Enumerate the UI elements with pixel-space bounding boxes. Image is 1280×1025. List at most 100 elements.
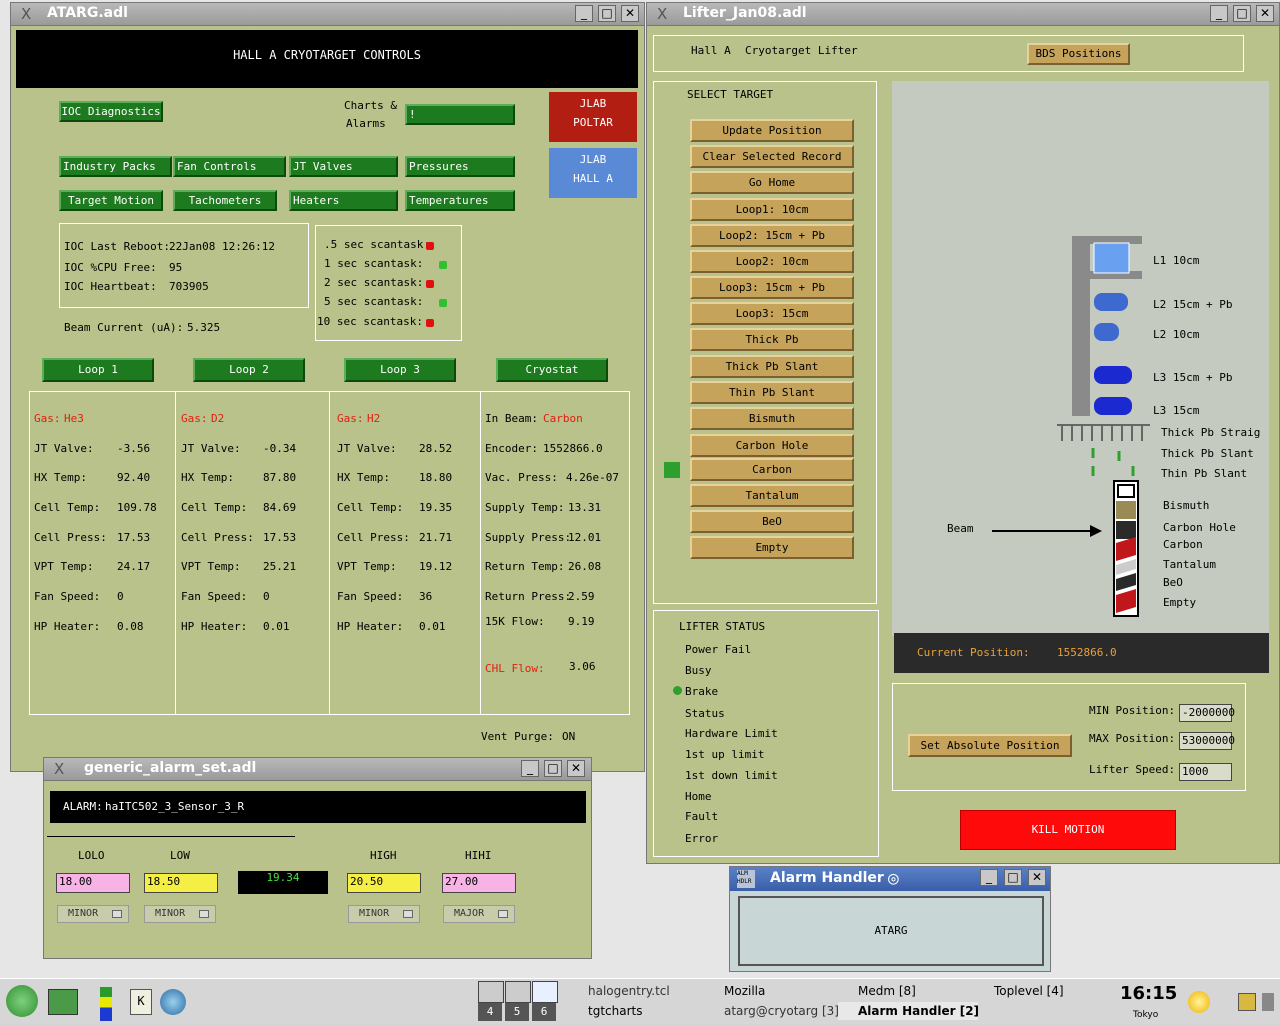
lolo-severity-menu[interactable]: MINOR bbox=[57, 905, 129, 923]
maximize-button[interactable]: □ bbox=[1233, 5, 1251, 22]
task-halogentry[interactable]: halogentry.tcl bbox=[568, 982, 698, 1000]
close-button[interactable]: ✕ bbox=[1028, 869, 1046, 886]
minimize-button[interactable]: _ bbox=[575, 5, 593, 22]
bds-positions-button[interactable]: BDS Positions bbox=[1027, 43, 1130, 65]
lolo-input[interactable]: 18.00 bbox=[56, 873, 130, 893]
task-tgtcharts[interactable]: tgtcharts bbox=[568, 1002, 698, 1020]
lifter-titlebar[interactable]: X Lifter_Jan08.adl _ □ ✕ bbox=[647, 3, 1279, 26]
pager-number[interactable]: 4 bbox=[478, 1003, 502, 1021]
task-medm[interactable]: Medm [8] bbox=[838, 982, 968, 1000]
loop1-value: 0.08 bbox=[117, 620, 144, 633]
cryostat-button[interactable]: Cryostat bbox=[496, 358, 608, 382]
maximize-button[interactable]: □ bbox=[544, 760, 562, 777]
tachometers-button[interactable]: Tachometers bbox=[173, 190, 277, 211]
target-button-loop2-10cm[interactable]: Loop2: 10cm bbox=[690, 250, 854, 273]
lifter-status-item: Power Fail bbox=[685, 643, 752, 656]
target-button-carbon-hole[interactable]: Carbon Hole bbox=[690, 434, 854, 457]
pager-desktop[interactable] bbox=[532, 981, 558, 1003]
minimize-button[interactable]: _ bbox=[980, 869, 998, 886]
task-alarm-handler[interactable]: Alarm Handler [2] bbox=[838, 1002, 979, 1020]
target-button-update-position[interactable]: Update Position bbox=[690, 119, 854, 142]
high-severity-menu[interactable]: MINOR bbox=[348, 905, 420, 923]
minimize-button[interactable]: _ bbox=[1210, 5, 1228, 22]
industry-packs-button[interactable]: Industry Packs bbox=[59, 156, 172, 177]
lifter-speed-input[interactable]: 1000 bbox=[1179, 763, 1232, 781]
selected-target-indicator bbox=[664, 462, 680, 478]
target-button-thin-pb-slant[interactable]: Thin Pb Slant bbox=[690, 381, 854, 404]
pager-number[interactable]: 5 bbox=[505, 1003, 529, 1021]
konqueror-icon[interactable]: K bbox=[130, 989, 152, 1015]
maximize-button[interactable]: □ bbox=[598, 5, 616, 22]
panel-bar-icon[interactable] bbox=[100, 987, 112, 1021]
fan-controls-button[interactable]: Fan Controls bbox=[173, 156, 286, 177]
loop3-value: 0.01 bbox=[419, 620, 446, 633]
target-button-beo[interactable]: BeO bbox=[690, 510, 854, 533]
close-button[interactable]: ✕ bbox=[567, 760, 585, 777]
alarm-handler-titlebar[interactable]: ALM HDLR Alarm Handler ◎ _ □ ✕ bbox=[730, 867, 1050, 891]
target-button-thick-pb-slant[interactable]: Thick Pb Slant bbox=[690, 355, 854, 378]
low-input[interactable]: 18.50 bbox=[144, 873, 218, 893]
high-input[interactable]: 20.50 bbox=[347, 873, 421, 893]
jt-valves-button[interactable]: JT Valves bbox=[289, 156, 398, 177]
loop1-button[interactable]: Loop 1 bbox=[42, 358, 154, 382]
minimize-button[interactable]: _ bbox=[521, 760, 539, 777]
clock-time[interactable]: 16:15 bbox=[1120, 983, 1177, 1004]
target-button-loop3-15cm-pb[interactable]: Loop3: 15cm + Pb bbox=[690, 276, 854, 299]
ioc-diagnostics-button[interactable]: IOC Diagnostics bbox=[59, 101, 163, 122]
task-mozilla[interactable]: Mozilla bbox=[704, 982, 834, 1000]
jlab-poltar-button[interactable]: JLAB POLTAR bbox=[549, 92, 637, 142]
power-icon[interactable] bbox=[1262, 993, 1274, 1011]
divider bbox=[175, 391, 176, 715]
pressures-button[interactable]: Pressures bbox=[405, 156, 515, 177]
alarm-set-titlebar[interactable]: X generic_alarm_set.adl _ □ ✕ bbox=[44, 758, 591, 781]
lifter-status-item: Home bbox=[685, 790, 712, 803]
set-absolute-position-button[interactable]: Set Absolute Position bbox=[908, 734, 1072, 757]
max-position-input[interactable]: 53000000 bbox=[1179, 732, 1235, 750]
diagram-label: Bismuth bbox=[1163, 499, 1210, 512]
close-button[interactable]: ✕ bbox=[621, 5, 639, 22]
globe-icon[interactable] bbox=[160, 989, 186, 1015]
pager-desktop[interactable] bbox=[478, 981, 504, 1003]
loop3-label: VPT Temp: bbox=[337, 560, 397, 573]
maximize-button[interactable]: □ bbox=[1004, 869, 1022, 886]
target-button-loop3-15cm[interactable]: Loop3: 15cm bbox=[690, 302, 854, 325]
loop2-button[interactable]: Loop 2 bbox=[193, 358, 305, 382]
atarg-alarm-group-button[interactable]: ATARG bbox=[738, 896, 1044, 966]
pager-number[interactable]: 6 bbox=[532, 1003, 556, 1021]
target-button-bismuth[interactable]: Bismuth bbox=[690, 407, 854, 430]
hihi-input[interactable]: 27.00 bbox=[442, 873, 516, 893]
hihi-severity-menu[interactable]: MAJOR bbox=[443, 905, 515, 923]
vent-purge-value: ON bbox=[562, 730, 576, 743]
kill-motion-button[interactable]: KILL MOTION bbox=[960, 810, 1176, 850]
task-atarg[interactable]: atarg@cryotarg [3] bbox=[704, 1002, 839, 1020]
target-motion-button[interactable]: Target Motion bbox=[59, 190, 163, 211]
ioc-heartbeat-value: 703905 bbox=[169, 280, 209, 293]
window-title: Lifter_Jan08.adl bbox=[683, 5, 807, 21]
hihi-label: HIHI bbox=[465, 849, 492, 862]
hall-label: Hall A bbox=[691, 44, 731, 57]
charts-alarms-button[interactable]: ! bbox=[405, 104, 515, 125]
pager-desktop[interactable] bbox=[505, 981, 531, 1003]
lock-icon[interactable] bbox=[1238, 993, 1256, 1011]
loop3-button[interactable]: Loop 3 bbox=[344, 358, 456, 382]
min-position-input[interactable]: -2000000 bbox=[1179, 704, 1235, 722]
ioc-reboot-label: IOC Last Reboot: bbox=[64, 240, 170, 253]
suse-menu-icon[interactable] bbox=[6, 985, 38, 1017]
target-button-loop1-10cm[interactable]: Loop1: 10cm bbox=[690, 198, 854, 221]
target-button-go-home[interactable]: Go Home bbox=[690, 171, 854, 194]
target-button-empty[interactable]: Empty bbox=[690, 536, 854, 559]
sun-icon[interactable] bbox=[1188, 991, 1210, 1013]
target-button-thick-pb[interactable]: Thick Pb bbox=[690, 328, 854, 351]
low-severity-menu[interactable]: MINOR bbox=[144, 905, 216, 923]
jlab-halla-button[interactable]: JLAB HALL A bbox=[549, 148, 637, 198]
heaters-button[interactable]: Heaters bbox=[289, 190, 398, 211]
atarg-titlebar[interactable]: X ATARG.adl _ □ ✕ bbox=[11, 3, 644, 26]
task-toplevel[interactable]: Toplevel [4] bbox=[974, 982, 1114, 1000]
desktop-icon[interactable] bbox=[48, 989, 78, 1015]
target-button-tantalum[interactable]: Tantalum bbox=[690, 484, 854, 507]
target-button-clear-selected-record[interactable]: Clear Selected Record bbox=[690, 145, 854, 168]
temperatures-button[interactable]: Temperatures bbox=[405, 190, 515, 211]
target-button-loop2-15cm-pb[interactable]: Loop2: 15cm + Pb bbox=[690, 224, 854, 247]
close-button[interactable]: ✕ bbox=[1256, 5, 1274, 22]
target-button-carbon[interactable]: Carbon bbox=[690, 458, 854, 481]
